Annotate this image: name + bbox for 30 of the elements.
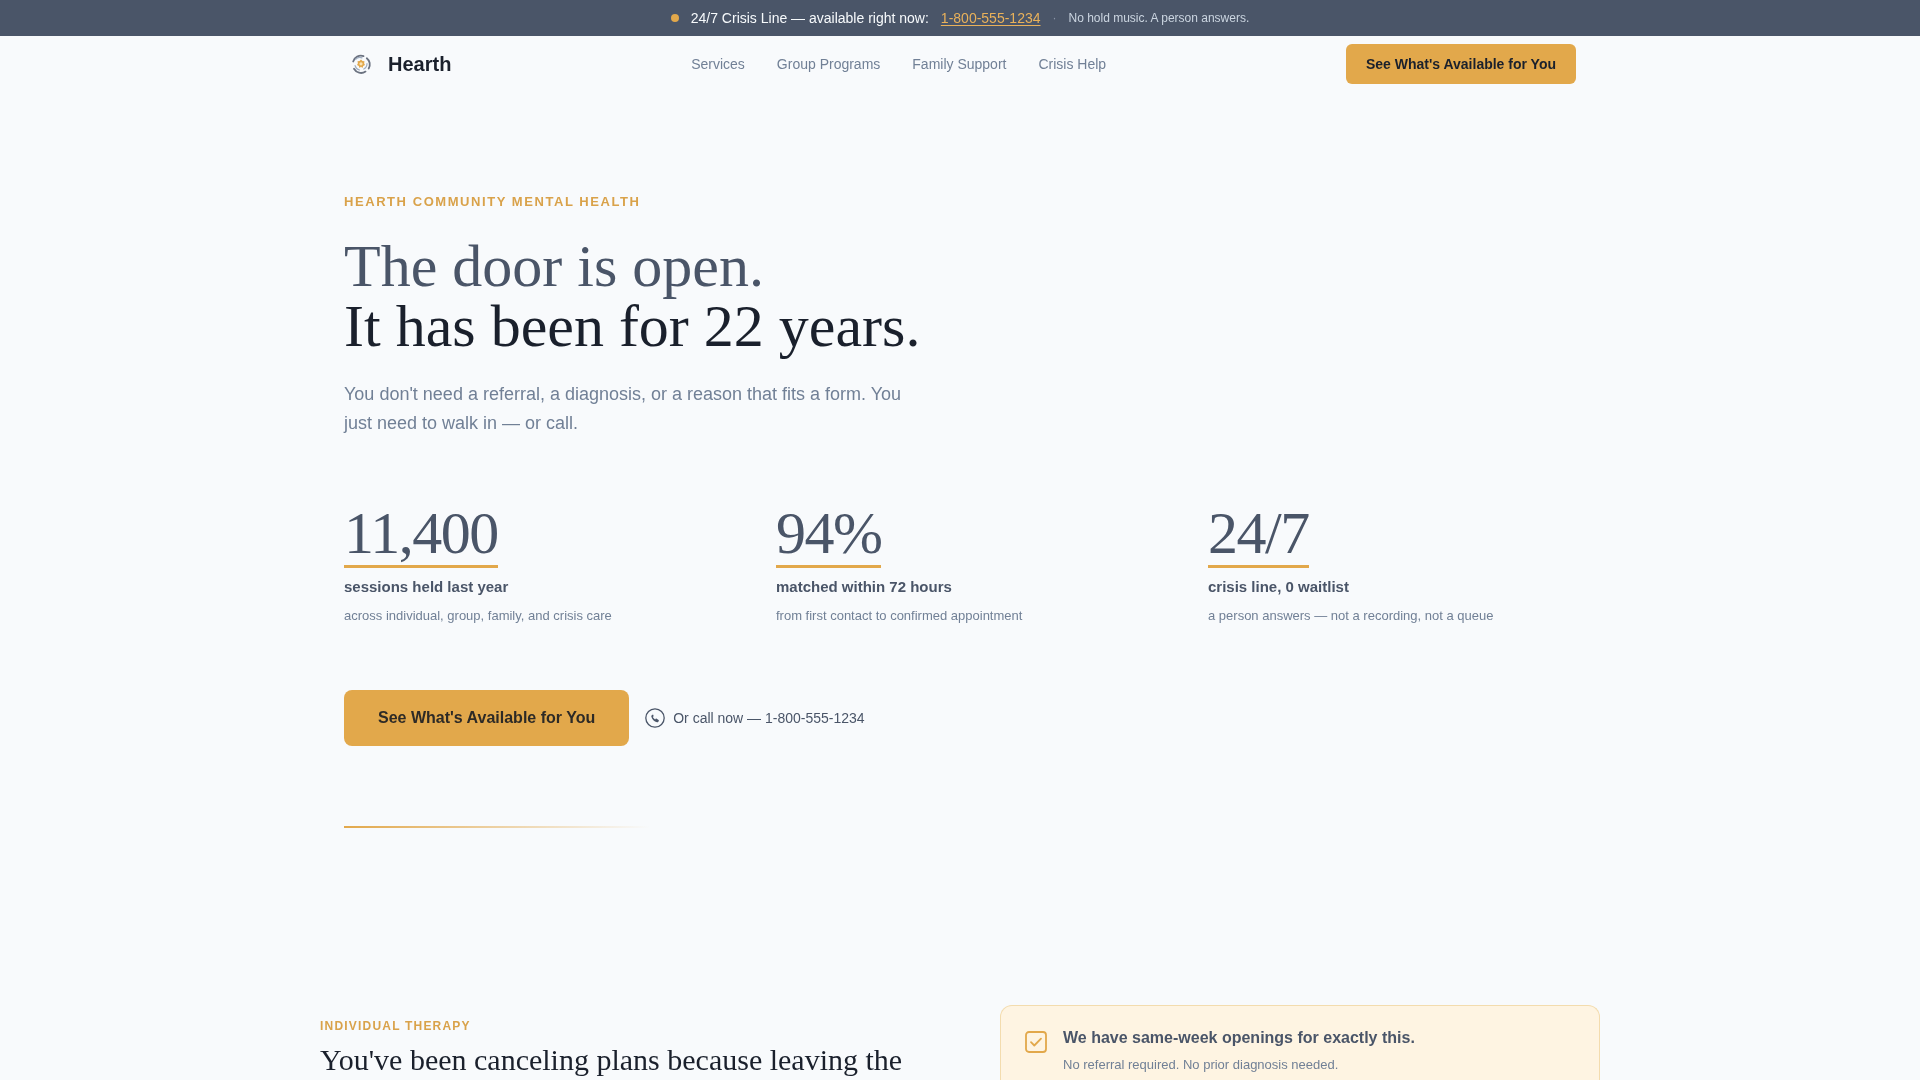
callout-text: No referral required. No prior diagnosis needed. [1063, 1055, 1340, 1074]
call-link[interactable]: Or call now — 1-800-555-1234 [645, 707, 865, 728]
cta-button[interactable]: See What's Available for You [344, 689, 630, 746]
check-icon [1025, 1030, 1047, 1053]
brand-link[interactable]: Hearth [344, 50, 452, 78]
eyebrow-text: HEARTH COMMUNITY MENTAL HEALTH [344, 193, 642, 211]
stat-detail: across individual, group, family, and crisis care [344, 606, 613, 625]
stat-value: 94% [776, 502, 882, 568]
stat-label: crisis line, 0 waitlist [1208, 576, 1350, 597]
nav-link[interactable]: Group Programs [776, 54, 881, 74]
separator-text: · [1052, 10, 1057, 26]
crisis-line-label: 24/7 Crisis Line — available right now: [690, 9, 929, 28]
section-heading: You've been canceling plans because leaving the [320, 1042, 904, 1076]
swirl-logo-icon [350, 53, 372, 75]
callout-title: We have same-week openings for exactly this. [1063, 1027, 1415, 1048]
stat-value: 11,400 [344, 502, 498, 568]
cta-button[interactable]: See What's Available for You [1345, 44, 1576, 84]
stat-detail: a person answers — not a recording, not a queue [1208, 606, 1495, 625]
stat-detail: from first contact to confirmed appointment [776, 606, 1024, 625]
nav-link[interactable]: Services [691, 54, 745, 74]
phone-link[interactable]: 1-800-555-1234 [940, 8, 1041, 28]
section-eyebrow: INDIVIDUAL THERAPY [320, 1017, 472, 1034]
nav-link[interactable]: Crisis Help [1038, 54, 1107, 74]
stat-label: matched within 72 hours [776, 576, 953, 597]
crisis-note: No hold music. A person answers. [1068, 10, 1250, 26]
stat-label: sessions held last year [344, 576, 510, 597]
lead-paragraph: You don't need a referral, a diagnosis, or a reason that fits a form. You just need to walk in — or call. [344, 383, 903, 436]
phone-icon [645, 707, 666, 728]
stat-value: 24/7 [1208, 502, 1309, 568]
nav-link[interactable]: Family Support [912, 54, 1007, 74]
